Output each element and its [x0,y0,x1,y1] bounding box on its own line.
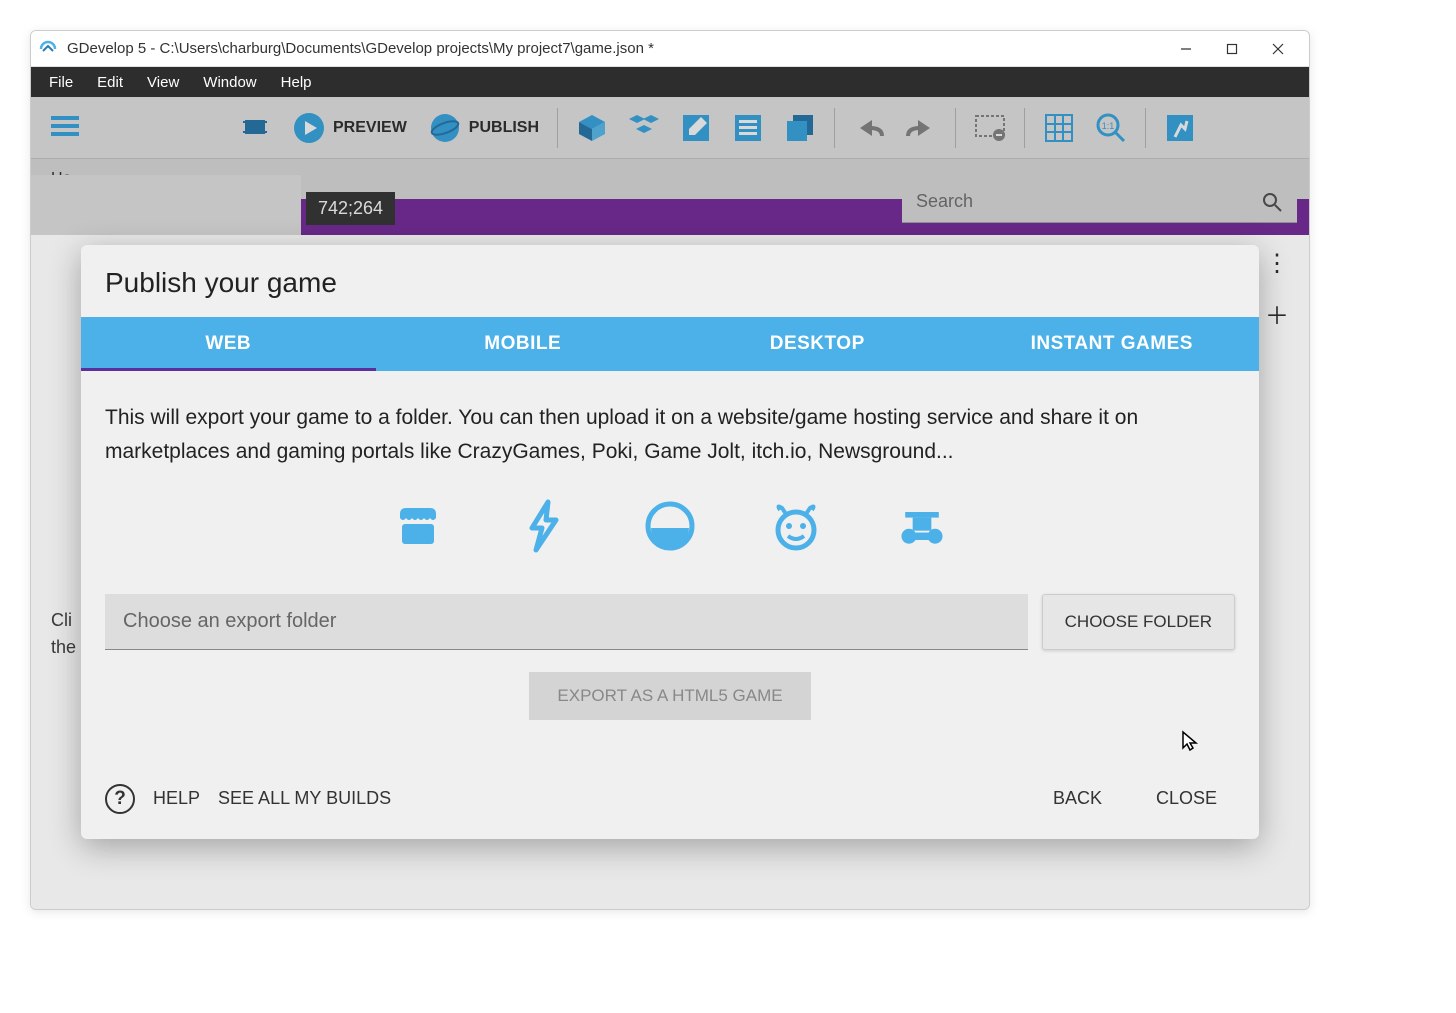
menu-edit[interactable]: Edit [85,70,135,95]
close-modal-button[interactable]: CLOSE [1138,780,1235,817]
svg-text:1:1: 1:1 [1102,121,1115,131]
grid-icon[interactable] [1037,106,1081,150]
window-title: GDevelop 5 - C:\Users\charburg\Documents… [67,40,1163,57]
export-folder-input[interactable] [105,594,1028,650]
search-icon[interactable] [1261,191,1283,213]
itch-io-icon [390,498,446,554]
publish-modal: Publish your game WEB MOBILE DESKTOP INS… [81,245,1259,839]
toolbar-separator [955,108,956,148]
tab-home-partial[interactable]: Ho [51,170,71,188]
help-link[interactable]: HELP [153,788,200,809]
tab-instant-games[interactable]: INSTANT GAMES [965,317,1260,371]
platform-icons [105,498,1235,554]
hint-text: Cli the [51,607,76,661]
project-manager-icon[interactable] [43,106,87,150]
app-body: PREVIEW PUBLISH 1:1 [31,97,1309,909]
objects-icon[interactable] [622,106,666,150]
tab-mobile[interactable]: MOBILE [376,317,671,371]
add-object-icon[interactable] [570,106,614,150]
undo-icon[interactable] [847,106,891,150]
search-bar[interactable] [902,181,1297,223]
edit-icon[interactable] [674,106,718,150]
see-builds-link[interactable]: SEE ALL MY BUILDS [218,788,391,809]
menu-window[interactable]: Window [191,70,268,95]
close-button[interactable] [1255,31,1301,67]
toolbar-separator [557,108,558,148]
app-icon [39,39,59,59]
preview-label: PREVIEW [333,119,407,137]
tab-desktop[interactable]: DESKTOP [670,317,965,371]
modal-description: This will export your game to a folder. … [105,401,1235,468]
publish-button[interactable]: PUBLISH [421,106,545,150]
toolbar-separator [1024,108,1025,148]
bottom-left-panel [31,175,301,235]
hint-line1: Cli [51,607,76,634]
toolbar-separator [834,108,835,148]
publish-label: PUBLISH [469,119,539,137]
application-window: GDevelop 5 - C:\Users\charburg\Documents… [30,30,1310,910]
search-input[interactable] [916,191,1261,212]
crazygames-icon [642,498,698,554]
menubar: File Edit View Window Help [31,67,1309,97]
preview-button[interactable]: PREVIEW [285,106,413,150]
modal-footer: ? HELP SEE ALL MY BUILDS BACK CLOSE [81,770,1259,839]
coordinates-badge: 742;264 [306,192,395,225]
tab-web[interactable]: WEB [81,317,376,371]
redo-icon[interactable] [899,106,943,150]
export-button[interactable]: EXPORT AS A HTML5 GAME [529,672,810,720]
more-icon[interactable]: ⋮ [1265,249,1289,278]
mask-icon[interactable] [968,106,1012,150]
minimize-button[interactable] [1163,31,1209,67]
settings-icon[interactable] [1158,106,1202,150]
zoom-icon[interactable]: 1:1 [1089,106,1133,150]
menu-view[interactable]: View [135,70,191,95]
side-icons: ⋮ ＋ [1265,249,1289,331]
modal-body: This will export your game to a folder. … [81,371,1259,770]
modal-tabs: WEB MOBILE DESKTOP INSTANT GAMES [81,317,1259,371]
choose-folder-button[interactable]: CHOOSE FOLDER [1042,594,1235,650]
background-dimmed: PREVIEW PUBLISH 1:1 [31,97,1309,235]
hint-line2: the [51,634,76,661]
help-icon[interactable]: ? [105,784,135,814]
maximize-button[interactable] [1209,31,1255,67]
modal-title: Publish your game [81,245,1259,317]
toolbar-separator [1145,108,1146,148]
menu-help[interactable]: Help [269,70,324,95]
poki-icon [768,498,824,554]
back-button[interactable]: BACK [1035,780,1120,817]
toolbar: PREVIEW PUBLISH 1:1 [31,97,1309,159]
scene-tab-label[interactable]: Pr [45,209,60,226]
folder-row: CHOOSE FOLDER [105,594,1235,650]
scene-tab-bar: Pr ✕ [31,199,1309,235]
layers-icon[interactable] [778,106,822,150]
gamejolt-icon [516,498,572,554]
tabs-row: Ho [31,159,1309,199]
newgrounds-icon [894,498,950,554]
titlebar: GDevelop 5 - C:\Users\charburg\Documents… [31,31,1309,67]
menu-file[interactable]: File [37,70,85,95]
scene-tab-close-icon[interactable]: ✕ [1282,207,1295,227]
add-icon[interactable]: ＋ [1265,296,1289,331]
properties-icon[interactable] [726,106,770,150]
debug-icon[interactable] [233,106,277,150]
